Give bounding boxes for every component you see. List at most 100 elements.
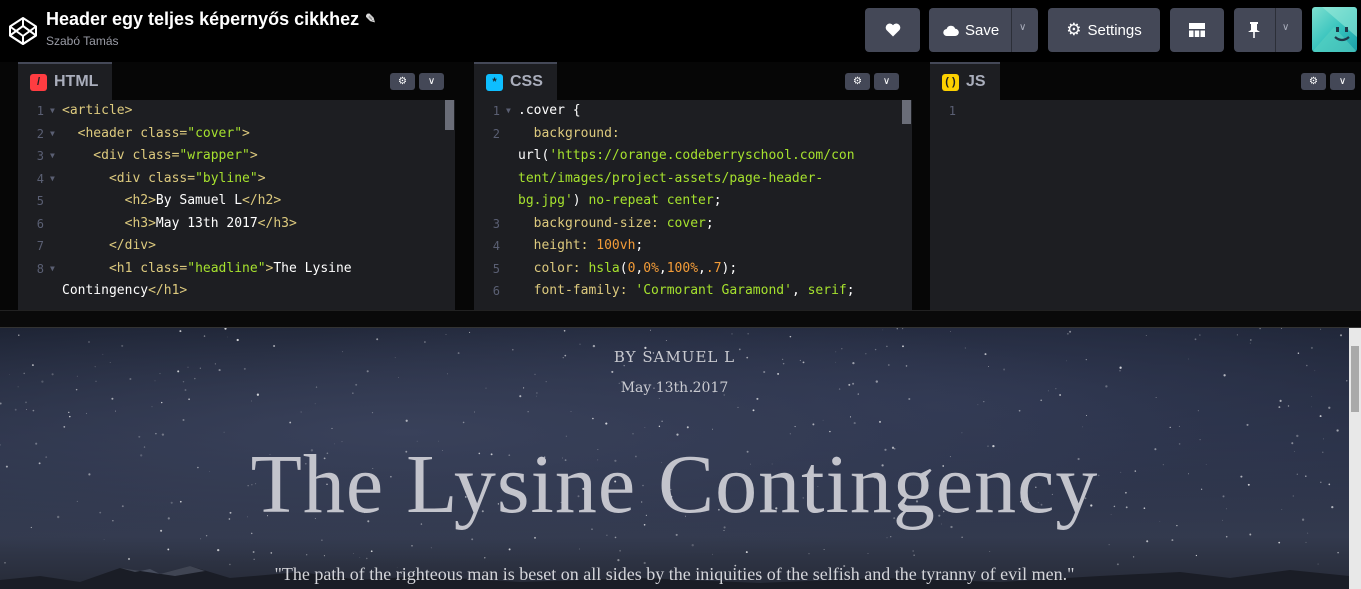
star-dot [619,549,621,552]
js-editor-pane: ( ) JS ⚙ ∨ 1 [930,62,1361,310]
code-line[interactable]: 1 ▼ .cover { [474,100,912,123]
code-line[interactable]: 8 ▼ <h1 class="headline">The Lysine [18,258,455,281]
star-dot [1311,406,1312,408]
star-dot [1225,535,1228,538]
code-line[interactable]: tent/images/project-assets/page-header- [474,168,912,191]
star-dot [886,537,888,539]
star-dot [273,344,276,348]
star-dot [1328,406,1331,409]
code-line[interactable]: 1 ▼ <article> [18,100,455,123]
html-settings-gear-icon[interactable]: ⚙ [390,73,415,90]
code-line[interactable]: bg.jpg') no-repeat center; [474,190,912,213]
css-code[interactable]: 1 ▼ .cover {2 background: url('https://oran… [474,100,912,310]
code-line[interactable]: 5 color: hsla(0,0%,100%,.7); [474,258,912,281]
code-line[interactable]: 4 height: 100vh; [474,235,912,258]
star-dot [632,433,634,435]
star-dot [1236,334,1239,336]
gear-icon: ⚙ [1066,20,1082,39]
settings-label: Settings [1087,21,1142,39]
tab-html[interactable]: / HTML [18,62,113,100]
pin-options-chevron-down-icon[interactable]: ∨ [1282,22,1289,33]
js-code[interactable]: 1 [930,100,1361,310]
html-code[interactable]: 1 ▼ <article> 2 ▼ <header class="cover"> 3 ▼ <… [18,100,455,310]
code-token: ; [705,215,714,231]
fold-arrow-icon[interactable]: ▼ [50,123,55,146]
star-dot [25,401,27,404]
line-number: 1 [492,104,500,118]
change-view-button[interactable] [1170,8,1224,52]
project-title[interactable]: Header egy teljes képernyős cikkhez ✎ [46,8,376,30]
star-dot [177,370,180,373]
star-dot [94,366,96,368]
code-token: bg.jpg' [518,193,573,208]
code-line[interactable]: 2 ▼ <header class="cover"> [18,123,455,146]
star-dot [115,410,116,412]
tab-js[interactable]: ( ) JS [930,62,1000,100]
js-settings-gear-icon[interactable]: ⚙ [1301,73,1326,90]
star-dot [1169,426,1171,429]
code-line[interactable]: 7 </div> [18,235,455,258]
star-dot [121,344,124,347]
html-options-chevron-down-icon[interactable]: ∨ [419,73,444,90]
preview-date: May 13th 2017 [620,380,729,396]
star-dot [752,409,755,412]
pin-button[interactable]: ∨ [1234,8,1302,52]
code-line[interactable]: 5 <h2>By Samuel L</h2> [18,190,455,213]
star-dot [658,425,661,428]
html-icon: / [30,73,47,91]
user-avatar[interactable] [1312,7,1357,52]
save-button[interactable]: Save ∨ [929,8,1038,52]
editor-resize-handle[interactable] [0,310,1361,328]
code-token: 100vh [596,238,636,253]
html-scrollbar[interactable] [445,100,454,130]
star-dot [1018,409,1021,412]
code-line[interactable]: 3 background-size: cover; [474,213,912,236]
star-dot [1278,406,1281,409]
star-dot [179,330,182,333]
code-line[interactable]: 1 [930,100,1361,123]
fold-arrow-icon[interactable]: ▼ [50,145,55,168]
love-button[interactable] [865,8,920,52]
css-scrollbar[interactable] [902,100,911,124]
fold-arrow-icon[interactable]: ▼ [50,168,55,191]
code-line[interactable]: 6 font-family: 'Cormorant Garamond', ser… [474,280,912,303]
star-dot [1082,426,1084,428]
code-line[interactable]: 4 ▼ <div class="byline"> [18,168,455,191]
save-options-chevron-down-icon[interactable]: ∨ [1019,22,1026,33]
line-number: 8 [36,261,44,276]
preview-scrollbar-thumb[interactable] [1351,346,1359,412]
codepen-logo-icon[interactable] [8,16,38,46]
star-dot [896,328,899,330]
code-token: , [658,260,667,276]
fold-arrow-icon[interactable]: ▼ [50,258,55,281]
code-token: "cover" [187,125,243,141]
code-token: class= [140,260,188,276]
project-author[interactable]: Szabó Tamás [46,34,376,48]
code-token: By Samuel L [155,193,243,208]
js-options-chevron-down-icon[interactable]: ∨ [1330,73,1355,90]
code-token: background-size: [518,215,667,231]
project-title-text[interactable]: Header egy teljes képernyős cikkhez [46,9,359,30]
settings-button[interactable]: ⚙ Settings [1048,8,1160,52]
star-dot [300,411,302,413]
fold-arrow-icon[interactable]: ▼ [50,100,55,123]
star-dot [1339,334,1343,337]
code-line[interactable]: 3 ▼ <div class="wrapper"> [18,145,455,168]
star-dot [890,536,892,538]
star-dot [712,428,713,430]
css-options-chevron-down-icon[interactable]: ∨ [874,73,899,90]
code-line[interactable]: Contingency</h1> [18,280,455,303]
code-line[interactable]: 2 background: [474,123,912,146]
star-dot [223,431,225,433]
fold-arrow-icon[interactable]: ▼ [506,100,511,123]
code-line[interactable]: url('https://orange.codeberryschool.com/… [474,145,912,168]
css-settings-gear-icon[interactable]: ⚙ [845,73,870,90]
code-line[interactable]: 6 <h3>May 13th 2017</h3> [18,213,455,236]
star-dot [563,329,566,332]
code-token: 'https://orange.codeberryschool.com/con [549,148,855,163]
star-dot [9,374,11,375]
pencil-icon[interactable]: ✎ [365,11,376,27]
preview-scrollbar[interactable] [1349,328,1361,589]
tab-css[interactable]: * CSS [474,62,557,100]
code-token: <header [62,125,141,141]
